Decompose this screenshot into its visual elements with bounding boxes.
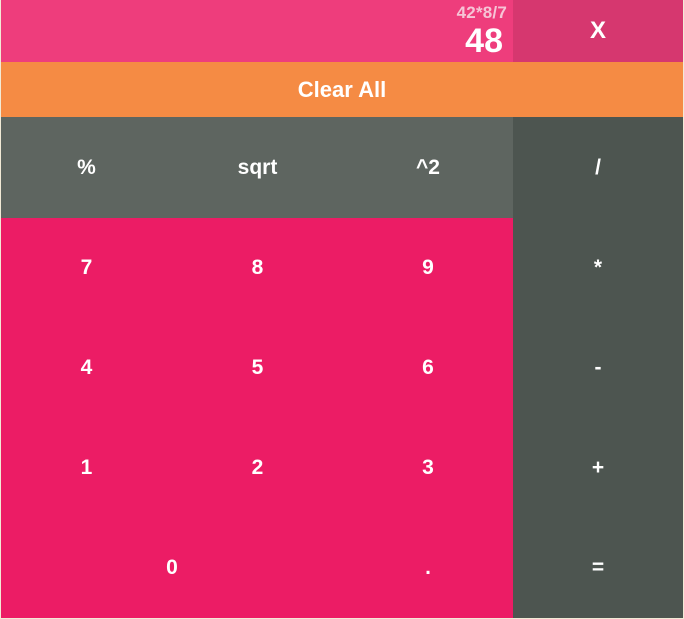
digit-9-button[interactable]: 9 [343,218,513,318]
digit-1-button[interactable]: 1 [1,418,172,518]
calculator: 42*8/7 48 X Clear All % sqrt ^2 / * - + … [1,0,683,618]
clear-all-button[interactable]: Clear All [1,62,683,117]
digit-8-button[interactable]: 8 [172,218,343,318]
digit-2-button[interactable]: 2 [172,418,343,518]
backspace-button[interactable]: X [513,0,683,62]
percent-button[interactable]: % [1,117,172,218]
digit-4-button[interactable]: 4 [1,318,172,418]
add-button[interactable]: + [513,418,683,518]
digit-3-button[interactable]: 3 [343,418,513,518]
multiply-button[interactable]: * [513,218,683,318]
divide-button[interactable]: / [513,117,683,218]
square-button[interactable]: ^2 [343,117,513,218]
sqrt-button[interactable]: sqrt [172,117,343,218]
decimal-button[interactable]: . [343,518,513,618]
digit-0-button[interactable]: 0 [1,518,343,618]
digit-5-button[interactable]: 5 [172,318,343,418]
result-text: 48 [465,22,503,60]
equals-button[interactable]: = [513,518,683,618]
subtract-button[interactable]: - [513,318,683,418]
display-panel: 42*8/7 48 [1,0,513,62]
digit-6-button[interactable]: 6 [343,318,513,418]
digit-7-button[interactable]: 7 [1,218,172,318]
expression-text: 42*8/7 [456,3,507,22]
